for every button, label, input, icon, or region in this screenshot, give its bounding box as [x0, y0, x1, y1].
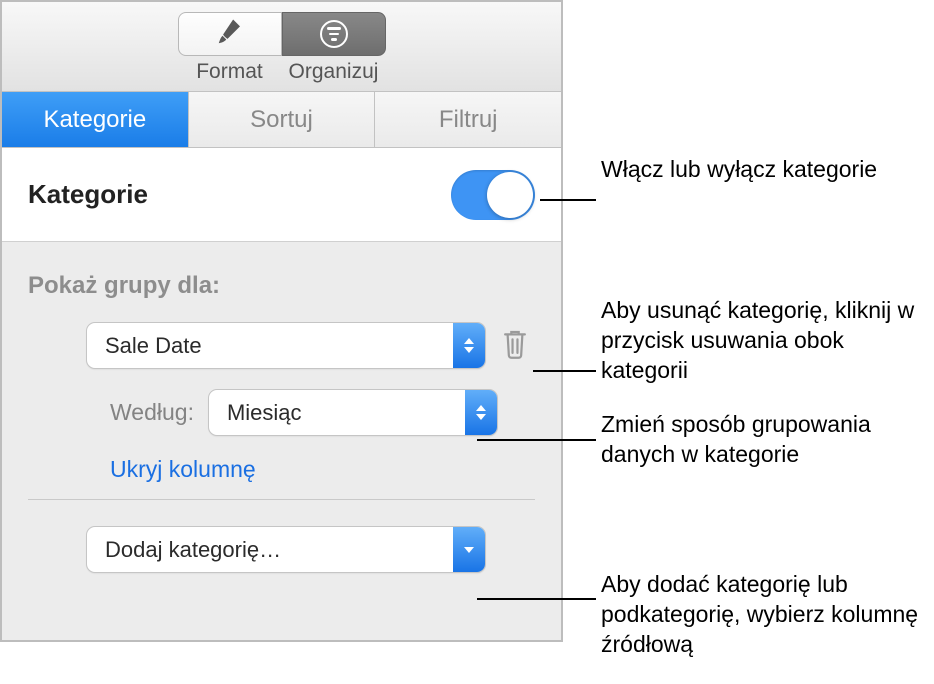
format-tool: Format [178, 12, 282, 84]
categories-title: Kategorie [28, 179, 148, 210]
tab-bar: Kategorie Sortuj Filtruj [2, 92, 561, 148]
toggle-knob [487, 172, 533, 218]
tab-categories[interactable]: Kategorie [2, 92, 189, 147]
source-column-row: Sale Date [86, 322, 535, 369]
divider [28, 499, 535, 500]
callout-toggle: Włącz lub wyłącz kategorie [601, 155, 931, 185]
show-groups-label: Pokaż grupy dla: [28, 272, 535, 300]
callout-line [477, 439, 596, 441]
updown-arrows-icon [453, 323, 485, 368]
trash-icon [500, 346, 530, 363]
format-label: Format [196, 60, 263, 84]
organize-button[interactable] [282, 12, 386, 56]
callout-add: Aby dodać kategorię lub podkategorię, wy… [601, 570, 931, 660]
format-button[interactable] [178, 12, 282, 56]
callout-line [533, 370, 596, 372]
callout-groupby: Zmień sposób grupowania danych w kategor… [601, 410, 931, 470]
callout-line [540, 199, 596, 201]
callout-line [477, 598, 596, 600]
source-column-popup[interactable]: Sale Date [86, 322, 486, 369]
updown-arrows-icon [465, 390, 497, 435]
delete-category-button[interactable] [500, 327, 530, 364]
hide-column-link[interactable]: Ukryj kolumnę [110, 456, 256, 483]
categories-body: Pokaż grupy dla: Sale Date Według: Miesi… [2, 242, 561, 573]
organize-icon [320, 20, 348, 48]
callout-delete: Aby usunąć kategorię, kliknij w przycisk… [601, 296, 931, 386]
add-category-popup[interactable]: Dodaj kategorię… [86, 526, 486, 573]
organize-tool: Organizuj [282, 12, 386, 84]
down-arrow-icon [453, 527, 485, 572]
add-category-label: Dodaj kategorię… [105, 537, 281, 563]
toolbar-segmented-control: Format Organizuj [178, 12, 386, 84]
paintbrush-icon [215, 17, 245, 52]
toolbar: Format Organizuj [2, 2, 561, 92]
categories-header: Kategorie [2, 148, 561, 242]
source-column-value: Sale Date [105, 333, 202, 359]
group-by-row: Według: Miesiąc [110, 389, 535, 436]
inspector-panel: Format Organizuj Kategorie Sortuj Filtru… [0, 0, 563, 642]
group-by-popup[interactable]: Miesiąc [208, 389, 498, 436]
categories-toggle[interactable] [451, 170, 535, 220]
hide-column-row: Ukryj kolumnę [110, 456, 535, 483]
group-by-label: Według: [110, 399, 194, 426]
tab-filter[interactable]: Filtruj [375, 92, 561, 147]
tab-sort[interactable]: Sortuj [189, 92, 376, 147]
group-by-value: Miesiąc [227, 400, 302, 426]
organize-label: Organizuj [289, 60, 379, 84]
